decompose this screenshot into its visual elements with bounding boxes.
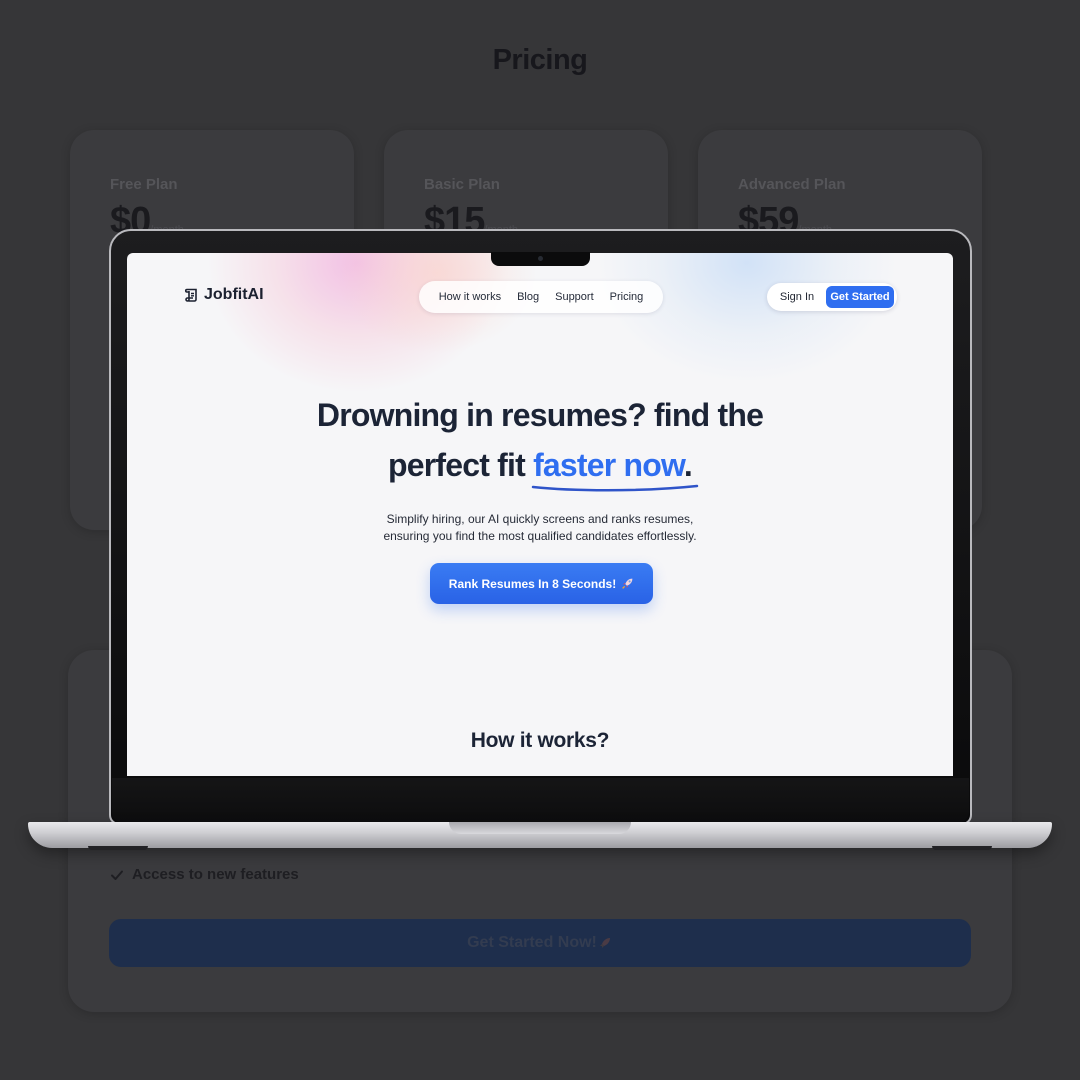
auth-group: Sign In Get Started (767, 283, 897, 311)
nav-menu: How it works Blog Support Pricing (419, 281, 663, 313)
decorative-glow (597, 253, 897, 383)
nav-item-pricing[interactable]: Pricing (610, 291, 644, 303)
feature-label: Access to new features (132, 866, 299, 883)
get-started-now-button[interactable]: Get Started Now! (109, 919, 971, 967)
camera-notch (491, 252, 590, 266)
laptop-foot (932, 846, 992, 850)
laptop-bezel-bottom (112, 778, 969, 822)
hero-subtitle: Simplify hiring, our AI quickly screens … (383, 512, 697, 543)
pricing-title: Pricing (492, 44, 588, 76)
hero-title-accent: faster now (533, 447, 685, 483)
nav-item-blog[interactable]: Blog (517, 291, 539, 303)
laptop-foot (88, 846, 148, 850)
hand-drawn-underline (531, 484, 699, 492)
scroll-icon (185, 288, 197, 302)
site-navbar: JobfitAI How it works Blog Support Prici… (127, 281, 953, 313)
sign-in-button[interactable]: Sign In (771, 286, 823, 308)
section-title-how-it-works: How it works? (470, 729, 610, 752)
laptop-open-groove (449, 822, 631, 834)
plan-name: Basic Plan (424, 176, 500, 193)
nav-item-support[interactable]: Support (555, 291, 594, 303)
feature-item: Access to new features (110, 866, 299, 883)
rocket-icon (622, 578, 633, 589)
logo-text: JobfitAI (204, 286, 264, 303)
laptop-screen: JobfitAI How it works Blog Support Prici… (127, 253, 953, 776)
hero-title-suffix: . (683, 447, 693, 483)
rank-resumes-label: Rank Resumes In 8 Seconds! (448, 576, 617, 591)
hero-title-prefix: perfect fit (387, 447, 534, 483)
laptop-base (28, 822, 1052, 848)
hero-title-line-2: perfect fit faster now. (127, 447, 953, 484)
rocket-icon (599, 938, 610, 948)
plan-name: Advanced Plan (738, 176, 846, 193)
get-started-button[interactable]: Get Started (826, 286, 894, 308)
check-icon (111, 870, 123, 880)
nav-item-how-it-works[interactable]: How it works (439, 291, 501, 303)
rank-resumes-button[interactable]: Rank Resumes In 8 Seconds! (430, 563, 653, 604)
camera-icon (538, 256, 543, 261)
hero-title-line-1: Drowning in resumes? find the (316, 397, 764, 433)
site-logo[interactable]: JobfitAI (184, 286, 264, 304)
plan-name: Free Plan (110, 176, 178, 193)
